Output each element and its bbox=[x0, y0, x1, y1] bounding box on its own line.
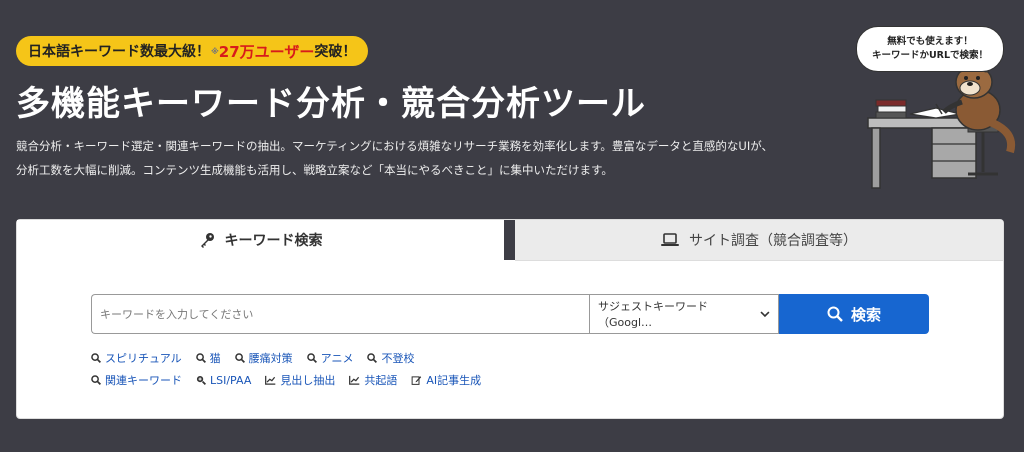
badge-note: ※ bbox=[211, 46, 219, 56]
badge-suffix: 突破！ bbox=[314, 44, 357, 60]
suggestion-label: 腰痛対策 bbox=[248, 352, 293, 365]
page-title: 多機能キーワード分析・競合分析ツール bbox=[16, 84, 646, 124]
suggestion-label: 不登校 bbox=[381, 352, 415, 365]
search-icon bbox=[367, 353, 378, 363]
edit-icon bbox=[411, 376, 422, 385]
laptop-icon bbox=[661, 233, 679, 246]
badge-prefix: 日本語キーワード数最大級！ bbox=[28, 44, 210, 60]
bubble-line: キーワードかURLで検索！ bbox=[871, 50, 989, 61]
tab-site-research[interactable]: サイト調査（競合調査等） bbox=[515, 220, 1003, 261]
tool-link-lsi-paa[interactable]: LSI/PAA bbox=[196, 372, 251, 388]
tool-link-cooccurrence[interactable]: 共起語 bbox=[349, 372, 397, 388]
tool-link-heading-extract[interactable]: 見出し抽出 bbox=[265, 372, 335, 388]
suggestion-label: 猫 bbox=[209, 352, 221, 365]
tab-keyword-search[interactable]: キーワード検索 bbox=[17, 220, 504, 260]
search-icon bbox=[827, 306, 843, 322]
suggestion-link[interactable]: スピリチュアル bbox=[91, 350, 182, 366]
tool-links: 関連キーワード LSI/PAA 見出し抽出 共起語 AI記事生成 bbox=[91, 372, 481, 388]
chevron-down-icon bbox=[760, 311, 770, 318]
search-bar: サジェストキーワード（Googl… 検索 bbox=[91, 294, 929, 334]
search-plus-icon bbox=[196, 375, 206, 385]
search-icon bbox=[91, 375, 101, 385]
tab-label: サイト調査（競合調査等） bbox=[689, 233, 857, 249]
badge-highlight: 27万ユーザー bbox=[218, 42, 315, 61]
search-icon bbox=[195, 353, 206, 363]
promo-badge: 日本語キーワード数最大級！ ※ 27万ユーザー 突破！ bbox=[16, 36, 369, 66]
speech-bubble: 無料でも使えます！ キーワードかURLで検索！ bbox=[856, 26, 1004, 72]
suggestion-link[interactable]: 腰痛対策 bbox=[234, 350, 293, 366]
suggestion-links: スピリチュアル 猫 腰痛対策 アニメ 不登校 bbox=[91, 350, 414, 366]
keyword-input[interactable] bbox=[91, 294, 589, 334]
key-icon bbox=[200, 233, 214, 248]
search-button[interactable]: 検索 bbox=[779, 294, 929, 334]
suggestion-label: アニメ bbox=[320, 352, 354, 365]
suggestion-label: スピリチュアル bbox=[105, 352, 182, 365]
search-type-select[interactable]: サジェストキーワード（Googl… bbox=[589, 294, 779, 334]
tool-label: AI記事生成 bbox=[426, 374, 482, 387]
tool-link-related-keywords[interactable]: 関連キーワード bbox=[91, 372, 182, 388]
search-button-label: 検索 bbox=[850, 305, 881, 324]
hero-description: 競合分析・キーワード選定・関連キーワードの抽出。マーケティングにおける煩雑なリサ… bbox=[16, 134, 776, 182]
chart-icon bbox=[265, 375, 276, 385]
suggestion-link[interactable]: 猫 bbox=[195, 350, 221, 366]
search-icon bbox=[234, 353, 245, 363]
suggestion-link[interactable]: アニメ bbox=[306, 350, 354, 366]
tool-label: LSI/PAA bbox=[210, 373, 252, 387]
search-icon bbox=[91, 353, 101, 363]
description-line: 競合分析・キーワード選定・関連キーワードの抽出。マーケティングにおける煩雑なリサ… bbox=[16, 139, 774, 153]
tool-link-ai-article[interactable]: AI記事生成 bbox=[411, 372, 481, 388]
search-panel: キーワード検索 サイト調査（競合調査等） サジェストキーワード（Googl… 検… bbox=[16, 219, 1004, 419]
tool-label: 見出し抽出 bbox=[280, 374, 336, 387]
bubble-line: 無料でも使えます！ bbox=[887, 36, 973, 47]
select-value: サジェストキーワード（Googl… bbox=[598, 300, 708, 329]
chart-icon bbox=[349, 375, 360, 385]
tab-separator bbox=[504, 220, 515, 260]
tool-label: 共起語 bbox=[364, 374, 398, 387]
search-icon bbox=[306, 353, 317, 363]
suggestion-link[interactable]: 不登校 bbox=[367, 350, 414, 366]
tab-label: キーワード検索 bbox=[224, 233, 323, 249]
description-line: 分析工数を大幅に削減。コンテンツ生成機能も活用し、戦略立案など「本当にやるべきこ… bbox=[16, 163, 613, 177]
tool-label: 関連キーワード bbox=[105, 374, 182, 387]
